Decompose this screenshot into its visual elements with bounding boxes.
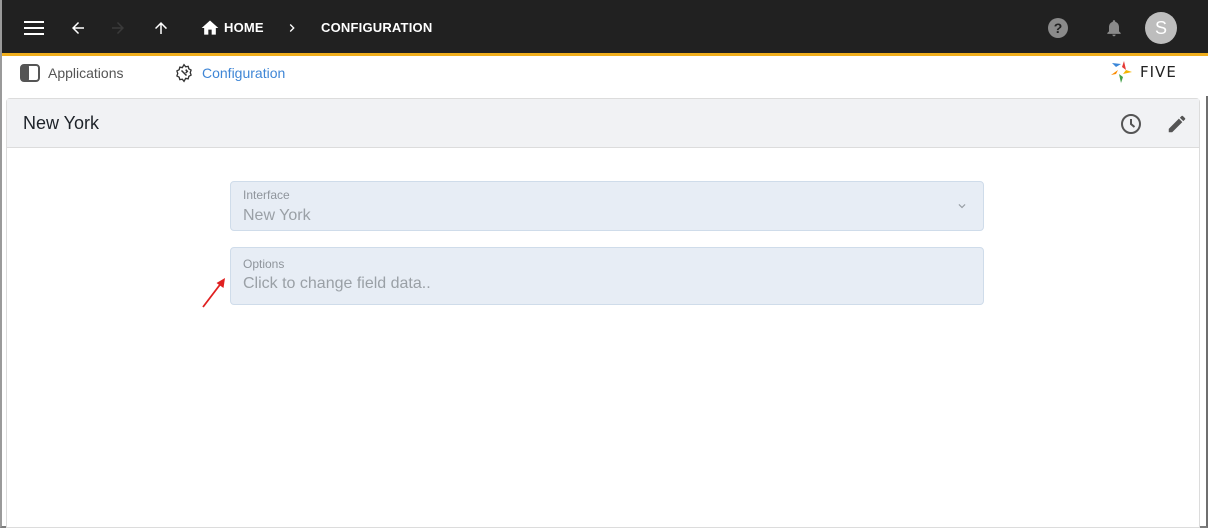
help-circle-icon: ? — [1048, 18, 1068, 38]
tab-configuration[interactable]: Configuration — [174, 56, 285, 90]
options-field[interactable]: Options Click to change field data.. — [230, 247, 984, 305]
five-logo-icon — [1111, 61, 1132, 83]
avatar[interactable]: S — [1145, 12, 1177, 44]
tab-bar: Applications Configuration — [2, 56, 1208, 146]
history-button[interactable] — [1118, 111, 1144, 137]
arrow-right-icon — [112, 22, 124, 34]
breadcrumb-configuration-label[interactable]: CONFIGURATION — [321, 20, 432, 35]
page-title: New York — [23, 113, 100, 133]
help-button[interactable]: ? — [1044, 14, 1072, 42]
tab-applications[interactable]: Applications — [20, 56, 124, 90]
clock-icon — [1121, 114, 1141, 134]
tab-applications-label: Applications — [48, 65, 124, 81]
annotation-arrow-icon — [202, 278, 225, 308]
interface-label: Interface — [243, 188, 290, 202]
arrow-up-icon — [155, 22, 167, 34]
breadcrumb-home-label[interactable]: HOME — [224, 20, 264, 35]
options-value: Click to change field data.. — [243, 275, 431, 292]
breadcrumb-home[interactable] — [196, 14, 224, 42]
configuration-gear-wrench-icon — [176, 63, 192, 83]
app-bar: HOME CONFIGURATION ? S — [2, 0, 1208, 56]
forward-button[interactable] — [104, 14, 132, 42]
home-icon — [201, 20, 219, 35]
chevron-right-icon — [289, 24, 295, 32]
panel-header: New York — [7, 99, 1199, 148]
back-button[interactable] — [64, 14, 92, 42]
bell-icon — [1107, 20, 1121, 37]
menu-button[interactable] — [20, 14, 48, 42]
chevron-down-icon — [958, 204, 966, 209]
svg-text:?: ? — [1054, 20, 1063, 36]
edit-button[interactable] — [1164, 111, 1190, 137]
pencil-icon — [1168, 115, 1186, 133]
menu-icon — [24, 21, 44, 35]
interface-value: New York — [243, 207, 311, 224]
five-logo: FIVE — [1110, 60, 1177, 84]
interface-select[interactable]: Interface New York — [230, 181, 984, 231]
applications-icon — [20, 64, 40, 82]
arrow-left-icon — [72, 22, 84, 34]
notifications-button[interactable] — [1100, 14, 1128, 42]
up-button[interactable] — [147, 14, 175, 42]
record-panel: New York — [6, 98, 1200, 528]
five-logo-text: FIVE — [1140, 63, 1177, 81]
tab-configuration-label: Configuration — [202, 65, 286, 81]
options-label: Options — [243, 257, 285, 271]
breadcrumb-separator — [278, 14, 306, 42]
